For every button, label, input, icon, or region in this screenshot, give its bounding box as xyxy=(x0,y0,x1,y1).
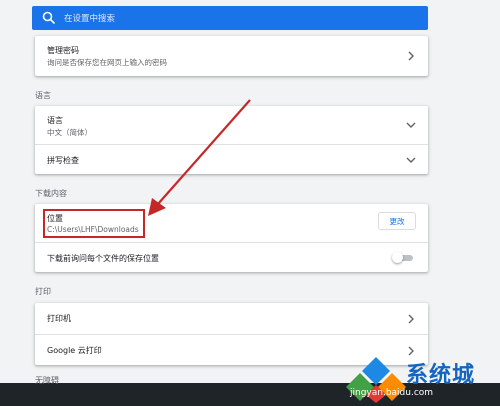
watermark-url: jingyan.baidu.com xyxy=(350,388,434,398)
annotation-arrow xyxy=(148,99,251,216)
watermark-brand: 系统城 xyxy=(406,363,476,388)
accessibility-section-title: 无障碍 xyxy=(35,376,59,385)
